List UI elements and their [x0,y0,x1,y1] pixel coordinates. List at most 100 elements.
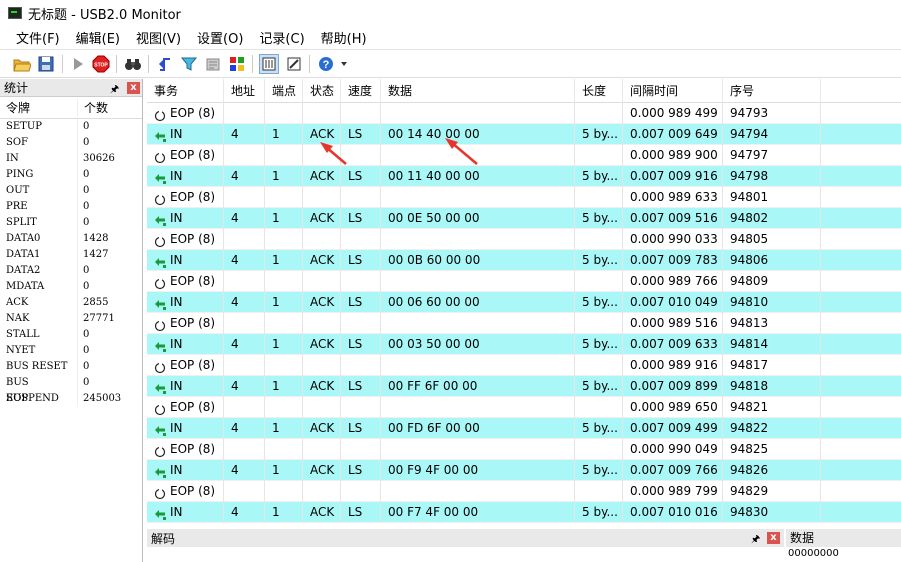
stats-row[interactable]: DATA1 1427 [0,247,142,263]
table-row[interactable]: EOP (8) 0.000 990 033 94805 [147,229,901,250]
table-row[interactable]: EOP (8) 0.000 989 633 94801 [147,187,901,208]
col-endpoint[interactable]: 端点 [265,79,303,103]
stats-row[interactable]: MDATA 0 [0,279,142,295]
length-cell: 5 by... [575,334,623,355]
endpoint-cell: 1 [265,334,303,355]
help-icon[interactable]: ? [316,54,336,74]
stats-row[interactable]: BUS RESET 0 [0,359,142,375]
stats-row[interactable]: DATA2 0 [0,263,142,279]
columns-icon[interactable] [259,54,279,74]
eop-circle-icon [154,360,166,373]
stats-row[interactable]: ACK 2855 [0,295,142,311]
col-transaction[interactable]: 事务 [147,79,224,103]
menu-edit[interactable]: 编辑(E) [68,28,128,47]
menu-view[interactable]: 视图(V) [128,28,189,47]
menu-file[interactable]: 文件(F) [8,28,68,47]
col-address[interactable]: 地址 [224,79,265,103]
stats-row[interactable]: PING 0 [0,167,142,183]
address-cell [224,397,265,418]
stop-icon[interactable]: STOP [91,54,111,74]
stats-token-name: DATA1 [0,247,78,263]
endpoint-cell: 1 [265,166,303,187]
stats-token-count: 0 [83,169,90,180]
table-row[interactable]: EOP (8) 0.000 989 799 94829 [147,481,901,502]
table-row[interactable]: EOP (8) 0.000 989 900 94797 [147,145,901,166]
interval-cell: 0.000 990 033 [623,229,723,250]
menu-record[interactable]: 记录(C) [251,28,312,47]
speed-cell: LS [341,460,381,481]
stats-row[interactable]: SOF 0 [0,135,142,151]
table-row[interactable]: IN 4 1 ACK LS 00 FF 6F 00 00 5 by... 0.007 009 … [147,376,901,397]
stats-row[interactable]: EOP 245003 [0,391,142,407]
stats-col-token[interactable]: 令牌 [0,99,78,116]
chevron-down-icon[interactable] [338,54,350,74]
col-data[interactable]: 数据 [381,79,575,103]
address-cell: 4 [224,376,265,397]
table-row[interactable]: IN 4 1 ACK LS 00 F7 4F 00 00 5 by... 0.007 010 … [147,502,901,523]
table-row[interactable]: EOP (8) 0.000 989 499 94793 [147,103,901,124]
col-speed[interactable]: 速度 [341,79,381,103]
save-icon[interactable] [36,54,56,74]
stats-row[interactable]: NYET 0 [0,343,142,359]
col-length[interactable]: 长度 [575,79,623,103]
close-icon[interactable]: x [767,532,780,544]
close-icon[interactable]: x [127,82,140,94]
table-row[interactable]: IN 4 1 ACK LS 00 14 40 00 00 5 by... 0.007 009 … [147,124,901,145]
speed-cell [341,397,381,418]
table-row[interactable]: EOP (8) 0.000 989 916 94817 [147,355,901,376]
transaction-cell: IN [147,124,224,145]
stats-token-count: 0 [83,377,90,388]
colors-icon[interactable] [227,54,247,74]
stats-col-count[interactable]: 个数 [78,99,108,116]
table-row[interactable]: IN 4 1 ACK LS 00 0B 60 00 00 5 by... 0.007 009 … [147,250,901,271]
stats-token-count: 0 [83,281,90,292]
col-status[interactable]: 状态 [303,79,341,103]
stats-row[interactable]: PRE 0 [0,199,142,215]
open-folder-icon[interactable] [12,54,32,74]
stats-token-name: DATA0 [0,231,78,247]
table-row[interactable]: IN 4 1 ACK LS 00 0E 50 00 00 5 by... 0.007 009 … [147,208,901,229]
table-row[interactable]: IN 4 1 ACK LS 00 FD 6F 00 00 5 by... 0.007 009 … [147,418,901,439]
pin-icon[interactable]: 🖈 [751,532,760,549]
filter-icon[interactable] [179,54,199,74]
menu-help[interactable]: 帮助(H) [313,28,375,47]
status-cell: ACK [303,250,341,271]
pin-icon[interactable]: 🖈 [110,82,119,99]
stats-row[interactable]: IN 30626 [0,151,142,167]
table-row[interactable]: EOP (8) 0.000 989 516 94813 [147,313,901,334]
stats-row[interactable]: DATA0 1428 [0,231,142,247]
speed-cell: LS [341,334,381,355]
menu-settings[interactable]: 设置(O) [189,28,251,47]
table-row[interactable]: IN 4 1 ACK LS 00 03 50 00 00 5 by... 0.007 009 … [147,334,901,355]
stats-row[interactable]: STALL 0 [0,327,142,343]
event-label: IN [170,253,183,267]
trigger-icon[interactable] [155,54,175,74]
endpoint-cell: 1 [265,418,303,439]
table-row[interactable]: EOP (8) 0.000 990 049 94825 [147,439,901,460]
binoculars-icon[interactable] [123,54,143,74]
col-sequence[interactable]: 序号 [723,79,821,103]
stats-row[interactable]: OUT 0 [0,183,142,199]
stats-row[interactable]: SETUP 0 [0,119,142,135]
data-cell [381,397,575,418]
play-icon[interactable] [68,54,88,74]
stats-row[interactable]: SPLIT 0 [0,215,142,231]
endpoint-cell: 1 [265,208,303,229]
stats-row[interactable]: NAK 27771 [0,311,142,327]
interval-cell: 0.000 989 499 [623,103,723,124]
table-row[interactable]: IN 4 1 ACK LS 00 11 40 00 00 5 by... 0.007 009 … [147,166,901,187]
table-row[interactable]: EOP (8) 0.000 989 766 94809 [147,271,901,292]
length-cell [575,145,623,166]
endpoint-cell: 1 [265,124,303,145]
status-cell: ACK [303,502,341,523]
speed-cell [341,103,381,124]
settings-icon[interactable] [203,54,223,74]
event-label: IN [170,295,183,309]
table-row[interactable]: IN 4 1 ACK LS 00 06 60 00 00 5 by... 0.007 010 … [147,292,901,313]
table-row[interactable]: EOP (8) 0.000 989 650 94821 [147,397,901,418]
table-row[interactable]: IN 4 1 ACK LS 00 F9 4F 00 00 5 by... 0.007 009 … [147,460,901,481]
stats-row[interactable]: BUS SUSPEND 0 [0,375,142,404]
col-interval[interactable]: 间隔时间 [623,79,723,103]
stats-token-count: 0 [83,361,90,372]
edit-icon[interactable] [284,54,304,74]
